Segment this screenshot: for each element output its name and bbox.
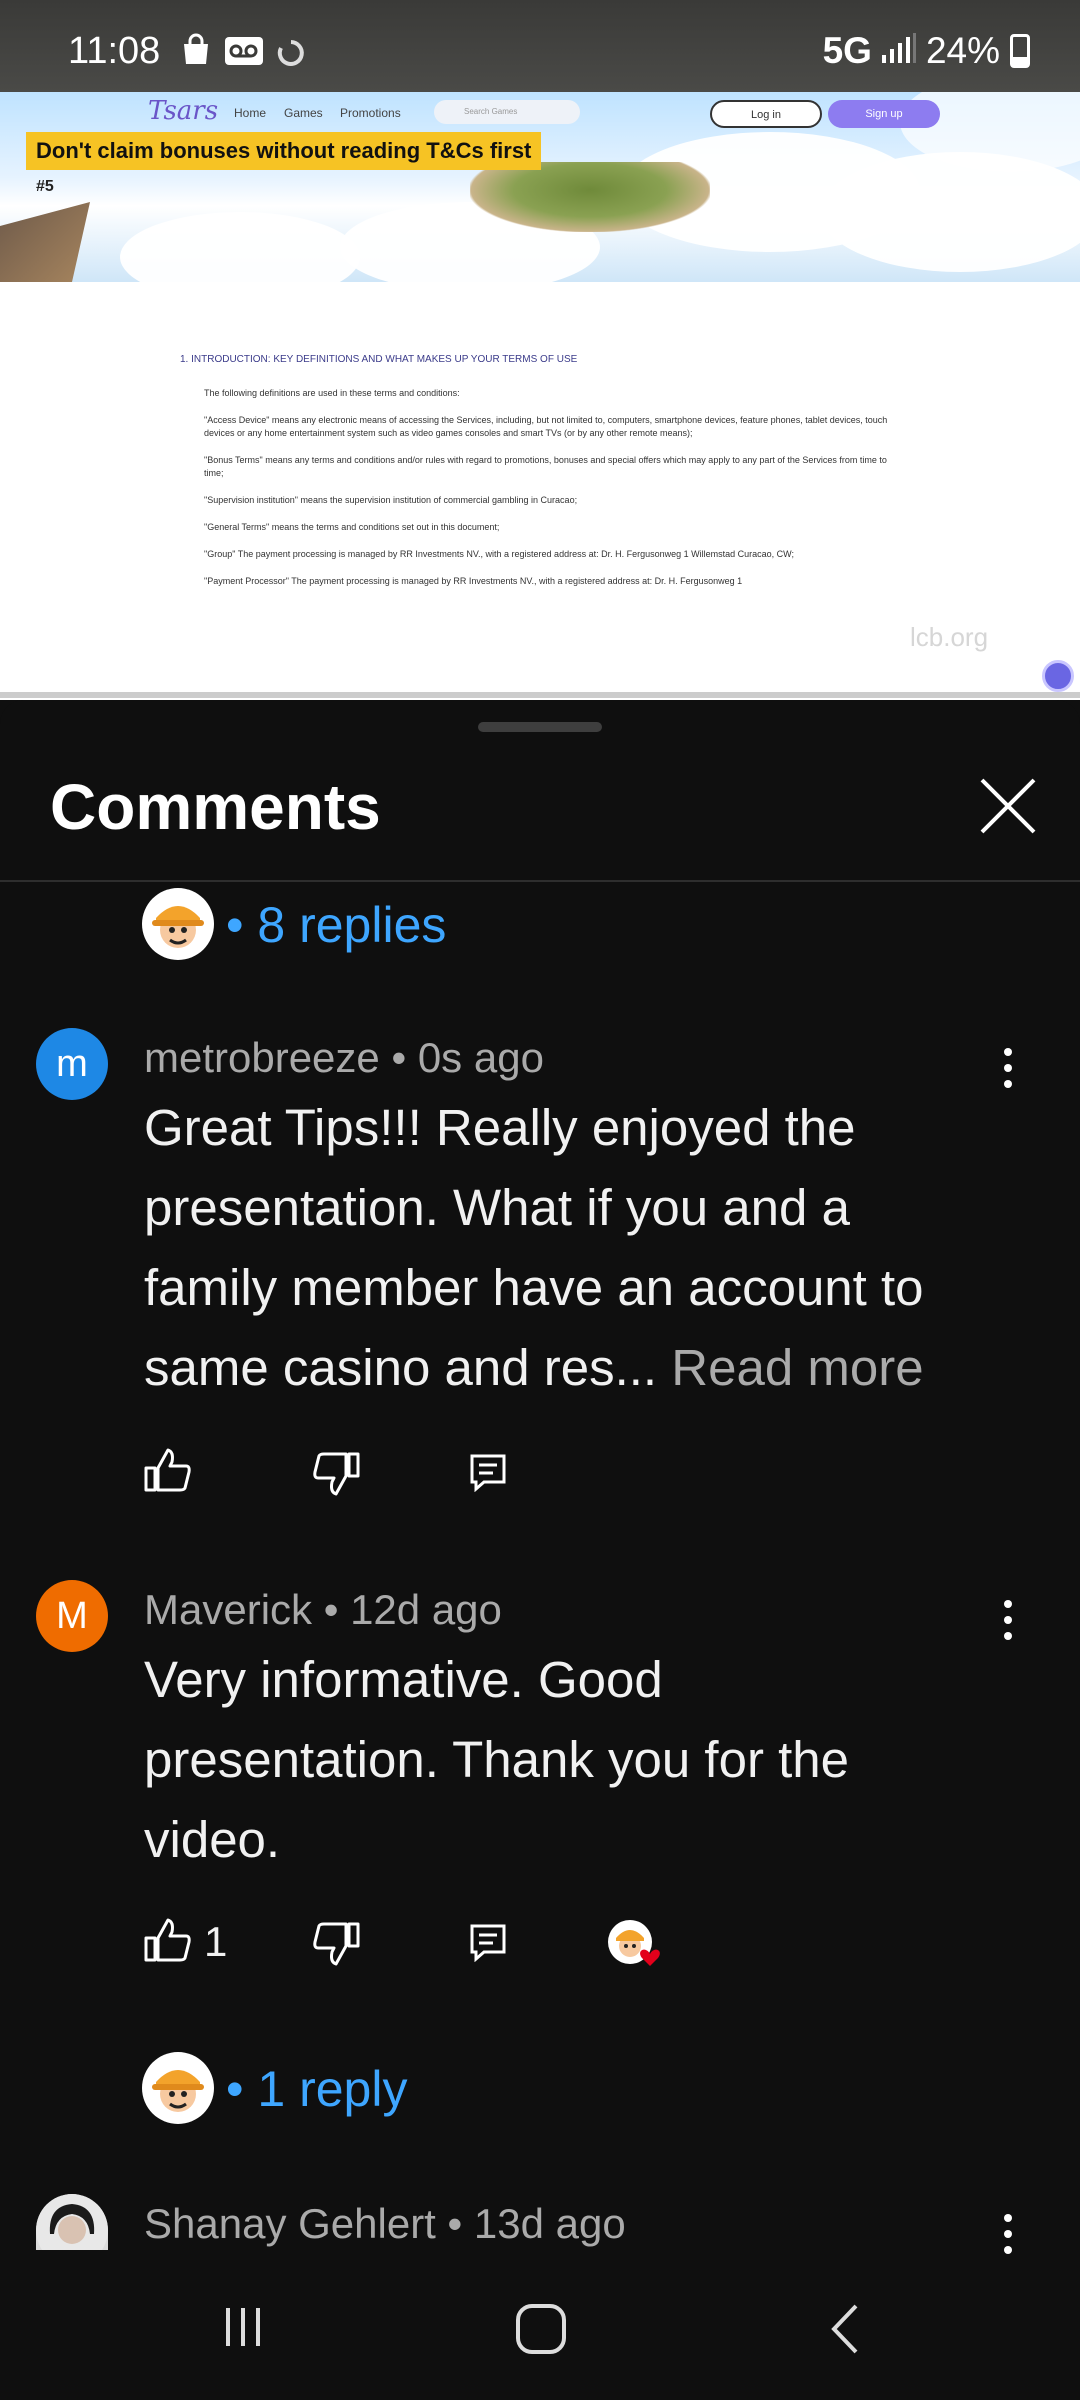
chat-bubble-icon — [1042, 660, 1074, 692]
comment-line: presentation. Thank you for the — [144, 1731, 850, 1788]
doc-paragraph: "Access Device" means any electronic mea… — [204, 415, 888, 438]
site-nav-games: Games — [284, 106, 323, 120]
more-options-icon[interactable] — [1002, 2214, 1014, 2262]
author-name[interactable]: Shanay Gehlert — [144, 2200, 436, 2247]
battery-icon — [1010, 34, 1030, 68]
system-nav-bar — [0, 2276, 1080, 2400]
video-banner: Don't claim bonuses without reading T&Cs… — [26, 132, 542, 170]
sync-icon — [276, 38, 306, 73]
comment-line: presentation. What if you and a — [144, 1179, 850, 1236]
author-name[interactable]: metrobreeze — [144, 1034, 380, 1081]
comment-author[interactable]: Maverick • 12d ago — [144, 1586, 502, 1634]
home-icon[interactable] — [514, 2302, 568, 2361]
avatar[interactable] — [36, 2194, 108, 2250]
creator-avatar-icon — [142, 888, 214, 960]
network-type: 5G — [822, 30, 872, 71]
view-replies-link[interactable]: • 1 reply — [226, 2060, 407, 2118]
shopping-bag-icon — [178, 32, 214, 73]
terms-document: 1. INTRODUCTION: KEY DEFINITIONS AND WHA… — [180, 354, 900, 602]
comment-text: Great Tips!!! Really enjoyed the present… — [144, 1088, 1064, 1408]
comment-time: • 13d ago — [447, 2200, 626, 2247]
video-site-nav: Tsars Home Games Promotions Search Games… — [0, 92, 1080, 132]
site-nav-promotions: Promotions — [340, 106, 401, 120]
comment-line: video. — [144, 1811, 281, 1868]
dislike-icon[interactable] — [312, 1452, 360, 1501]
video-progress-bar[interactable] — [0, 692, 1080, 698]
view-replies-link[interactable]: • 8 replies — [226, 896, 446, 954]
doc-heading: 1. INTRODUCTION: KEY DEFINITIONS AND WHA… — [180, 354, 578, 365]
status-bar: 11:08 5G 24% — [0, 0, 1080, 92]
doc-paragraph: "Supervision institution" means the supe… — [204, 495, 578, 505]
author-name[interactable]: Maverick — [144, 1586, 312, 1633]
comment-line: family member have an account to — [144, 1259, 924, 1316]
site-signup-button: Sign up — [828, 100, 940, 128]
doc-paragraph: The following definitions are used in th… — [204, 388, 460, 398]
site-login-button: Log in — [710, 100, 822, 128]
status-right: 5G 24% — [823, 30, 1030, 72]
chair-illustration — [0, 202, 90, 282]
avatar[interactable]: m — [36, 1028, 108, 1100]
comment-author[interactable]: metrobreeze • 0s ago — [144, 1034, 544, 1082]
watermark: lcb.org — [910, 622, 989, 652]
dislike-icon[interactable] — [312, 1922, 360, 1971]
doc-paragraph: "Group" The payment processing is manage… — [204, 549, 794, 559]
video-tip-number: #5 — [36, 178, 54, 195]
like-icon[interactable] — [144, 1918, 192, 1967]
reply-icon[interactable] — [468, 1922, 508, 1967]
comments-title: Comments — [50, 771, 381, 843]
floating-island — [470, 162, 710, 232]
site-logo: Tsars — [148, 96, 219, 126]
doc-paragraph: "Bonus Terms" means any terms and condit… — [204, 455, 887, 478]
comment-line: Great Tips!!! Really enjoyed the — [144, 1099, 856, 1156]
voicemail-icon — [224, 36, 264, 71]
avatar[interactable]: M — [36, 1580, 108, 1652]
comment-line: same casino and res... — [144, 1339, 672, 1396]
doc-paragraph: "Payment Processor" The payment processi… — [204, 576, 743, 586]
close-icon[interactable] — [976, 774, 1040, 838]
like-count: 1 — [204, 1918, 228, 1965]
creator-avatar-icon — [142, 2052, 214, 2124]
comment-time: • 0s ago — [391, 1034, 544, 1081]
drag-handle[interactable] — [478, 722, 602, 732]
comments-sheet: Comments • 8 replies m metrobreeze • 0s … — [0, 700, 1080, 2276]
comment-text: Very informative. Good presentation. Tha… — [144, 1640, 1064, 1880]
back-icon[interactable] — [826, 2302, 866, 2361]
comment-line: Very informative. Good — [144, 1651, 663, 1708]
reply-icon[interactable] — [468, 1452, 508, 1497]
like-icon[interactable] — [144, 1448, 192, 1497]
recent-apps-icon[interactable] — [218, 2302, 268, 2357]
site-search: Search Games — [434, 100, 580, 124]
comment-author[interactable]: Shanay Gehlert • 13d ago — [144, 2200, 626, 2248]
creator-heart-icon — [606, 1918, 670, 1979]
doc-paragraph: "General Terms" means the terms and cond… — [204, 522, 500, 532]
comment-time: • 12d ago — [323, 1586, 502, 1633]
video-player[interactable]: Tsars Home Games Promotions Search Games… — [0, 92, 1080, 700]
read-more-link[interactable]: Read more — [671, 1339, 923, 1396]
battery-percent: 24% — [925, 30, 1000, 71]
status-time: 11:08 — [68, 30, 161, 72]
signal-icon — [881, 30, 916, 72]
divider — [0, 880, 1080, 882]
site-nav-home: Home — [234, 106, 267, 120]
